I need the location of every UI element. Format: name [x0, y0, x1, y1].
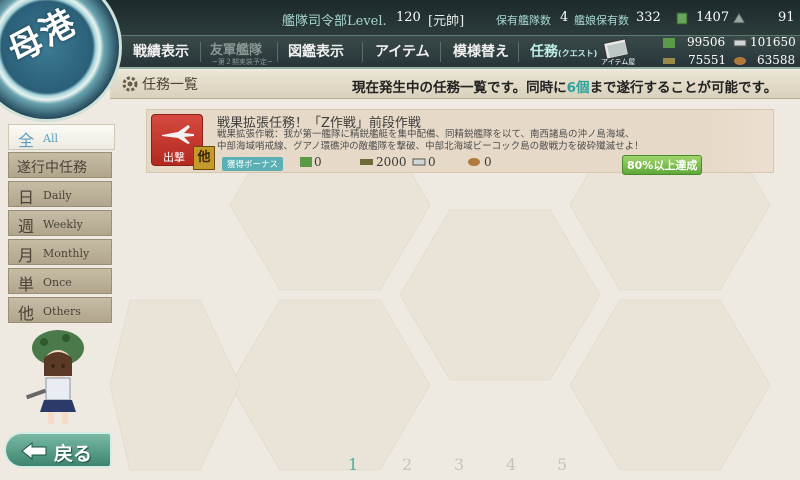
- quest-description-line2: 中部海域哨戒線、グアノ環礁沖の敵艦隊を撃破、中部北海域ビーコック島の敵戦力を破砕…: [217, 141, 644, 152]
- back-arrow-icon: [21, 441, 47, 461]
- quest-type-tag: 他: [193, 146, 215, 170]
- tab-once-kanji: 単: [18, 275, 35, 294]
- tab-weekly-label: Weekly: [43, 218, 83, 231]
- devmat-count: 91: [778, 10, 795, 25]
- quest-description-line1: 戦果拡張作戦：我が第一艦隊に精鋭艦艇を集中配備、同精鋭艦隊を以て、南西諸島の沖ノ…: [217, 129, 635, 140]
- nav-quests-label: 任務: [530, 44, 558, 60]
- ship-count-label: 艦娘保有数: [574, 14, 629, 27]
- tab-daily-label: Daily: [43, 189, 72, 202]
- info-message: 現在発生中の任務一覧です。同時に6個まで遂行することが可能です。: [352, 76, 777, 96]
- nav-friend-fleet: 友軍艦隊: [210, 43, 263, 58]
- info-message-count: 6個: [566, 80, 590, 96]
- ammo-count: 75551: [688, 53, 727, 67]
- admiral-rank: [元帥]: [428, 14, 465, 29]
- reward-bauxite: 0: [484, 155, 492, 169]
- nav-divider: [518, 42, 519, 62]
- bauxite-count: 63588: [757, 53, 796, 67]
- tab-in-progress-label: 遂行中任務: [17, 160, 87, 176]
- info-message-post: まで遂行することが可能です。: [589, 80, 778, 96]
- reward-steel: 0: [428, 155, 436, 169]
- back-button-label: 戻る: [54, 443, 93, 465]
- page-3[interactable]: 3: [454, 455, 464, 474]
- page-2[interactable]: 2: [402, 455, 412, 474]
- fairy-mascot: [25, 330, 84, 424]
- tab-weekly[interactable]: 週 Weekly: [8, 210, 112, 236]
- port-emblem-label: 母港: [1, 2, 84, 72]
- devmat-icon: [732, 12, 746, 24]
- page-1[interactable]: 1: [348, 455, 358, 474]
- page-4[interactable]: 4: [506, 455, 516, 474]
- fuel-count: 99506: [687, 35, 726, 49]
- tab-all[interactable]: 全 All: [8, 124, 115, 150]
- reward-ammo: 2000: [376, 155, 407, 169]
- nav-divider: [200, 42, 201, 62]
- tab-all-label: All: [43, 132, 58, 145]
- gear-icon: [122, 76, 138, 92]
- quest-card-fade: [703, 110, 773, 172]
- fleet-count-label: 保有艦隊数: [496, 14, 551, 27]
- reward-steel-icon: [412, 158, 426, 166]
- progress-badge: 80%以上達成: [622, 155, 703, 175]
- quest-description: 戦果拡張作戦：我が第一艦隊に精鋭艦艇を集中配備、同精鋭艦隊を以て、南西諸島の沖ノ…: [217, 129, 644, 153]
- fleet-count-value: 4: [560, 10, 569, 25]
- plane-icon: [162, 125, 194, 144]
- tab-weekly-kanji: 週: [18, 217, 35, 236]
- bucket-icon: [676, 12, 688, 25]
- nav-friend-fleet-sub: ~第２期実装予定~: [212, 58, 273, 66]
- tab-in-progress[interactable]: 遂行中任務: [8, 152, 112, 178]
- nav-battle-record[interactable]: 戦績表示: [133, 41, 189, 61]
- tab-others-label: Others: [43, 305, 81, 318]
- nav-divider: [362, 42, 363, 62]
- reward-fuel: 0: [314, 155, 322, 169]
- fuel-icon: [663, 38, 675, 48]
- reward-ammo-icon: [360, 159, 373, 165]
- nav-divider: [440, 42, 441, 62]
- tab-all-kanji: 全: [18, 131, 35, 150]
- steel-count: 101650: [750, 35, 796, 49]
- item-shop-label: アイテム屋: [601, 58, 636, 66]
- nav-quests-active[interactable]: 任務(クエスト): [530, 41, 597, 61]
- tab-daily[interactable]: 日 Daily: [8, 181, 112, 207]
- nav-items[interactable]: アイテム: [375, 41, 430, 61]
- tab-monthly[interactable]: 月 Monthly: [8, 239, 112, 265]
- nav-remodel-room[interactable]: 模様替え: [453, 41, 509, 61]
- tab-others[interactable]: 他 Others: [8, 297, 112, 323]
- sortie-label: 出撃: [163, 151, 185, 164]
- tab-monthly-label: Monthly: [43, 247, 90, 260]
- reward-fuel-icon: [300, 157, 312, 167]
- steel-icon: [733, 39, 747, 47]
- bauxite-icon: [734, 57, 746, 65]
- hq-level-value: 120: [396, 10, 421, 25]
- info-message-pre: 現在発生中の任務一覧です。同時に: [352, 80, 567, 96]
- tab-others-kanji: 他: [18, 304, 35, 323]
- bonus-tag: 獲得ボーナス: [222, 157, 284, 171]
- ship-count-value: 332: [636, 10, 661, 25]
- bucket-count: 1407: [696, 10, 730, 25]
- quest-list-title: 任務一覧: [142, 77, 198, 93]
- tab-monthly-kanji: 月: [18, 246, 35, 265]
- hq-level-label: 艦隊司令部Level.: [282, 14, 387, 29]
- back-button[interactable]: 戻る: [4, 432, 112, 468]
- tab-daily-kanji: 日: [18, 188, 35, 207]
- ammo-icon: [663, 58, 675, 64]
- nav-divider: [277, 42, 278, 62]
- page-5[interactable]: 5: [557, 455, 567, 474]
- quest-card[interactable]: 出撃 他 戦果拡張任務！「Z作戦」前段作戦 戦果拡張作戦：我が第一艦隊に精鋭艦艇…: [146, 109, 774, 175]
- tab-once[interactable]: 単 Once: [8, 268, 112, 294]
- tab-once-label: Once: [43, 276, 72, 289]
- nav-quests-sub: (クエスト): [558, 49, 598, 58]
- nav-encyclopedia[interactable]: 図鑑表示: [288, 41, 344, 61]
- reward-bauxite-icon: [468, 158, 480, 166]
